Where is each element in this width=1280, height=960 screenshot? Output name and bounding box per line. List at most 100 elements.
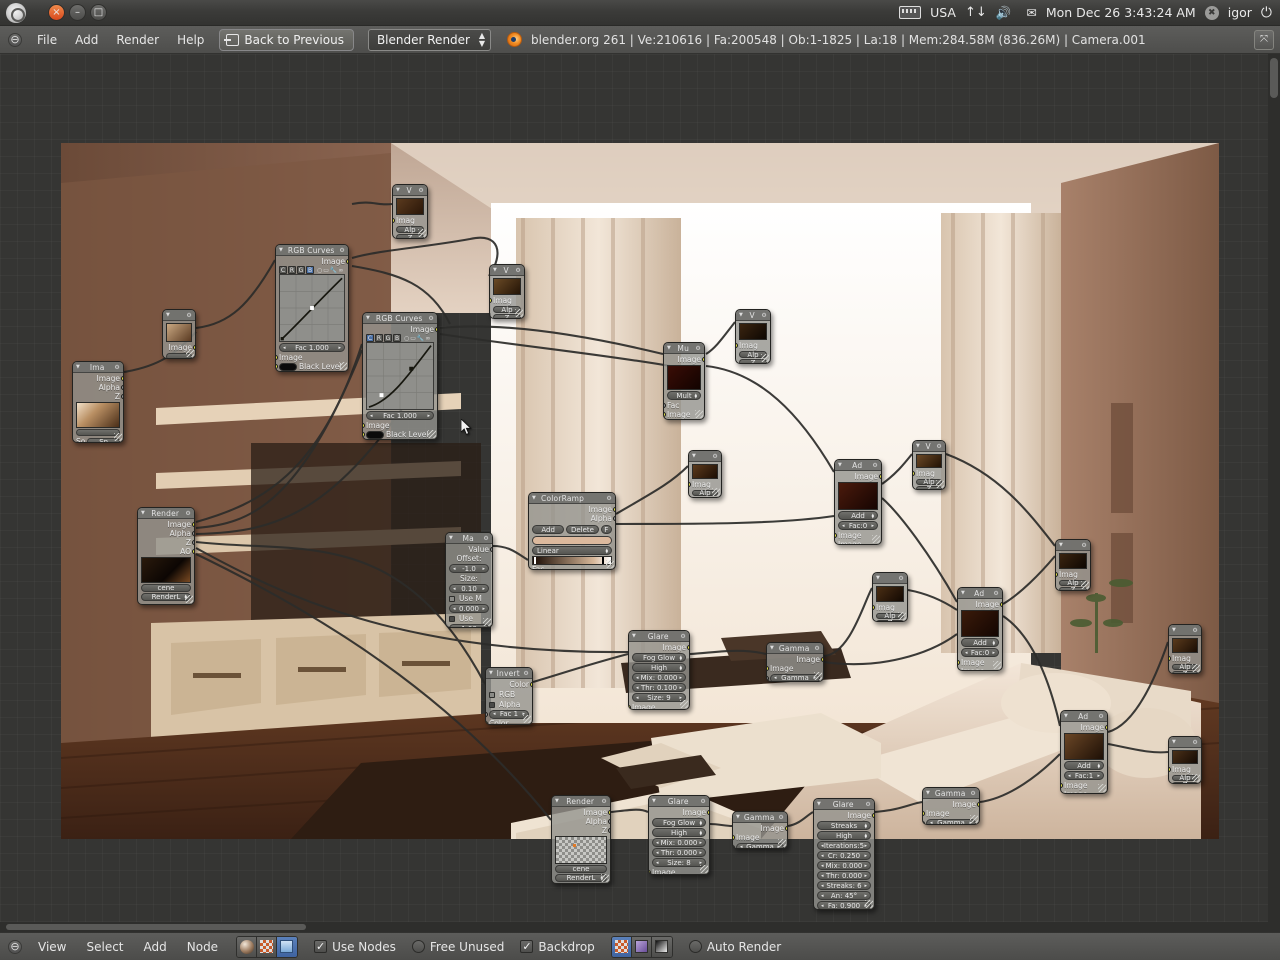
input-socket[interactable] bbox=[732, 835, 735, 840]
node-viewer-mid-1[interactable]: ▼⚙ Imag Alp Z bbox=[688, 450, 722, 498]
collapse-triangle-icon[interactable]: ▼ bbox=[1172, 739, 1176, 745]
footer-collapse-icon[interactable]: ⊖ bbox=[8, 940, 22, 954]
node-header[interactable]: ▼Render⚙ bbox=[138, 508, 194, 519]
node-mix-add-2[interactable]: ▼Ad⚙ Image Add Fac:0 Image Image bbox=[957, 587, 1003, 671]
output-socket[interactable] bbox=[879, 474, 882, 479]
node-options-icon[interactable]: ⚙ bbox=[601, 798, 607, 805]
node-viewer-right-1[interactable]: ▼⚙ Imag Alp Z bbox=[1055, 539, 1091, 591]
input-socket[interactable] bbox=[688, 482, 691, 487]
node-header[interactable]: ▼Gamma⚙ bbox=[923, 788, 979, 799]
use-max-checkbox[interactable] bbox=[449, 616, 455, 622]
resize-handle[interactable] bbox=[993, 661, 1001, 669]
node-header[interactable]: ▼Ima⚙ bbox=[73, 362, 123, 373]
use-nodes-checkbox[interactable]: ✓ Use Nodes bbox=[314, 940, 396, 954]
node-header[interactable]: ▼⚙ bbox=[163, 310, 195, 321]
node-header[interactable]: ▼Ma⚙ bbox=[446, 533, 492, 544]
maximize-button[interactable]: □ bbox=[90, 4, 107, 21]
resize-handle[interactable] bbox=[872, 535, 880, 543]
threshold-slider[interactable]: Thr: 0.100 bbox=[632, 683, 686, 692]
footer-menu-view[interactable]: View bbox=[28, 937, 76, 957]
output-socket[interactable] bbox=[1105, 725, 1108, 730]
gamma-slider[interactable]: Gamma bbox=[926, 819, 976, 826]
composite-nodes-button[interactable] bbox=[277, 937, 297, 957]
close-button[interactable]: × bbox=[48, 4, 65, 21]
output-socket[interactable] bbox=[192, 522, 195, 527]
input-socket[interactable] bbox=[485, 712, 488, 717]
collapse-triangle-icon[interactable]: ▼ bbox=[1059, 542, 1063, 548]
output-socket[interactable] bbox=[785, 826, 788, 831]
node-header[interactable]: ▼Glare⚙ bbox=[814, 799, 874, 810]
resize-handle[interactable] bbox=[761, 354, 769, 362]
node-options-icon[interactable]: ⚙ bbox=[483, 535, 489, 542]
node-options-icon[interactable]: ⚙ bbox=[339, 247, 345, 254]
footer-menu-node[interactable]: Node bbox=[177, 937, 228, 957]
node-image-1[interactable]: ▼Ima⚙ Image Alpha Z So Sn bbox=[72, 361, 124, 443]
interpolation-dropdown[interactable]: Linear bbox=[532, 546, 612, 555]
output-socket[interactable] bbox=[707, 810, 710, 815]
footer-menu-add[interactable]: Add bbox=[134, 937, 177, 957]
gamma-slider[interactable]: Gamma bbox=[770, 674, 820, 683]
black-level-swatch[interactable] bbox=[279, 363, 297, 371]
collapse-triangle-icon[interactable]: ▼ bbox=[961, 590, 965, 596]
collapse-triangle-icon[interactable]: ▼ bbox=[76, 364, 80, 370]
blend-mode-dropdown[interactable]: Mult bbox=[667, 391, 701, 400]
z-widget[interactable]: Z bbox=[876, 620, 904, 622]
glare-type-dropdown[interactable]: Fog Glow bbox=[652, 818, 706, 827]
node-header[interactable]: ▼Ad⚙ bbox=[958, 588, 1002, 599]
menu-help[interactable]: Help bbox=[168, 30, 213, 50]
menu-render[interactable]: Render bbox=[107, 30, 168, 50]
node-header[interactable]: ▼Glare⚙ bbox=[649, 796, 709, 807]
input-socket[interactable] bbox=[834, 533, 837, 538]
output-socket[interactable] bbox=[613, 507, 616, 512]
output-socket[interactable] bbox=[608, 810, 611, 815]
node-colorramp-1[interactable]: ▼ColorRamp⚙ Image Alpha Add Delete F Lin… bbox=[528, 492, 616, 570]
blend-mode-dropdown[interactable]: Add bbox=[1064, 761, 1104, 770]
node-header[interactable]: ▼⚙ bbox=[1169, 737, 1201, 748]
collapse-triangle-icon[interactable]: ▼ bbox=[926, 790, 930, 796]
resize-handle[interactable] bbox=[814, 672, 822, 680]
ramp-stop-right[interactable] bbox=[602, 557, 604, 564]
node-rgb-curves-2[interactable]: ▼RGB Curves⚙ Image C R G B ○ ▭ 🔧 ∞ bbox=[362, 312, 438, 440]
node-header[interactable]: ▼V⚙ bbox=[736, 310, 770, 321]
output-socket[interactable] bbox=[687, 645, 690, 650]
mix-slider[interactable]: Mix: 0.000 bbox=[652, 838, 706, 847]
node-options-icon[interactable]: ⚙ bbox=[515, 267, 521, 274]
threshold-slider[interactable]: Thr: 0.000 bbox=[652, 848, 706, 857]
fac-slider[interactable]: Fac:1 bbox=[1064, 771, 1104, 780]
output-socket[interactable] bbox=[121, 376, 124, 381]
mix-slider[interactable]: Mix: 0.000 bbox=[817, 861, 871, 870]
texture-nodes-button[interactable] bbox=[257, 937, 277, 957]
color-modulation-slider[interactable]: Cr: 0.250 bbox=[817, 851, 871, 860]
fac-slider[interactable]: Fac:0 bbox=[838, 521, 878, 530]
input-socket[interactable] bbox=[362, 423, 365, 428]
blend-mode-dropdown[interactable]: Add bbox=[961, 638, 999, 647]
rgb-checkbox[interactable] bbox=[489, 692, 495, 698]
offset-field[interactable]: -1.0 bbox=[449, 564, 489, 573]
resize-handle[interactable] bbox=[601, 874, 609, 882]
render-engine-select[interactable]: Blender Render ▲▼ bbox=[368, 29, 491, 51]
keyboard-layout-label[interactable]: USA bbox=[930, 5, 956, 20]
collapse-triangle-icon[interactable]: ▼ bbox=[876, 575, 880, 581]
resize-handle[interactable] bbox=[700, 865, 708, 873]
node-options-icon[interactable]: ⚙ bbox=[712, 453, 718, 460]
node-header[interactable]: ▼Ad⚙ bbox=[835, 460, 881, 471]
collapse-triangle-icon[interactable]: ▼ bbox=[493, 267, 497, 273]
input-socket[interactable] bbox=[872, 605, 875, 610]
menu-file[interactable]: File bbox=[28, 30, 66, 50]
input-socket[interactable] bbox=[766, 666, 769, 671]
node-options-icon[interactable]: ⚙ bbox=[872, 462, 878, 469]
input-socket[interactable] bbox=[1168, 767, 1171, 772]
use-min-checkbox[interactable] bbox=[449, 596, 455, 602]
node-viewer-top-3[interactable]: ▼V⚙ Imag Alp Z bbox=[735, 309, 771, 364]
channel-r-button[interactable]: R bbox=[375, 334, 383, 342]
node-header[interactable]: ▼Glare⚙ bbox=[629, 631, 689, 642]
collapse-triangle-icon[interactable]: ▼ bbox=[555, 798, 559, 804]
horizontal-scrollbar-thumb[interactable] bbox=[6, 924, 306, 930]
output-socket[interactable] bbox=[121, 385, 124, 390]
output-socket[interactable] bbox=[977, 802, 980, 807]
node-options-icon[interactable]: ⚙ bbox=[761, 312, 767, 319]
node-invert-1[interactable]: ▼Invert⚙ Color RGB Alpha Fac 1 Color bbox=[485, 667, 533, 725]
resize-handle[interactable] bbox=[898, 612, 906, 620]
resize-handle[interactable] bbox=[1192, 664, 1200, 672]
output-socket[interactable] bbox=[702, 357, 705, 362]
